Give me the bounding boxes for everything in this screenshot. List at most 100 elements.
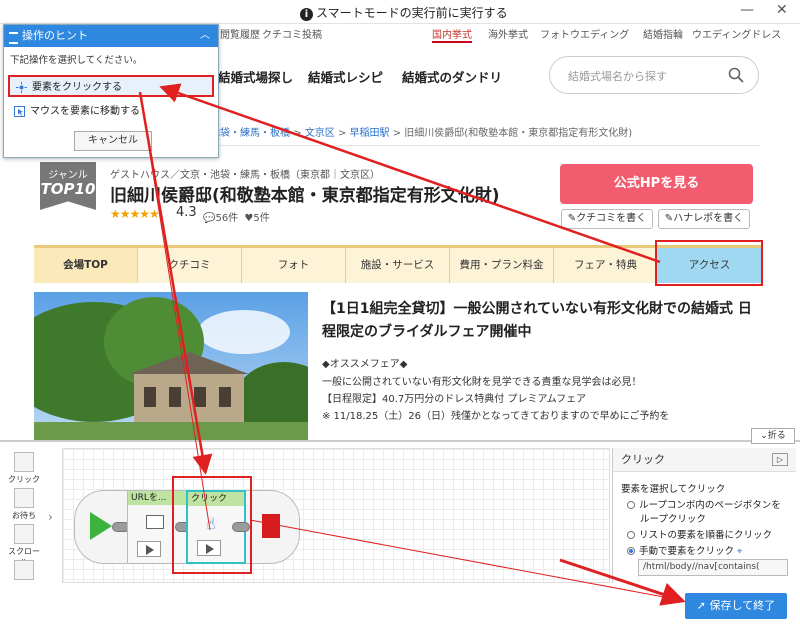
crumb-sep: > bbox=[392, 128, 402, 139]
venue-name: 旧細川侯爵邸(和敬塾本館・東京都指定有形文化財) bbox=[110, 186, 500, 206]
tool-click-label: クリック bbox=[8, 475, 40, 484]
more-icon bbox=[14, 560, 34, 580]
option-list-order[interactable]: リストの要素を順番にクリック bbox=[627, 527, 772, 541]
tab-reviews[interactable]: クチコミ bbox=[138, 248, 242, 283]
crosshair-icon[interactable]: ⌖ bbox=[737, 546, 742, 557]
tab-venue-top[interactable]: 会場TOP bbox=[34, 248, 138, 283]
write-hanarepo-label: ハナレポを書く bbox=[673, 213, 744, 224]
save-and-finish-button[interactable]: ➚ 保存して終了 bbox=[685, 593, 787, 619]
play-icon[interactable] bbox=[137, 541, 161, 557]
region-photo[interactable]: フォトウエディング bbox=[540, 26, 629, 41]
properties-title: クリック bbox=[613, 448, 796, 472]
write-review-label: クチコミを書く bbox=[576, 213, 647, 224]
crumb-ward[interactable]: 文京区 bbox=[305, 128, 335, 139]
venue-subtitle: ゲストハウス／文京・池袋・練馬・板橋（東京都｜文京区） bbox=[110, 170, 380, 181]
operation-hint-popup: 操作のヒント ︿ 下記操作を選択してください。 要素をクリックする マウスを要素に… bbox=[3, 24, 219, 158]
click-sparkle-icon bbox=[16, 82, 27, 93]
save-label: 保存して終了 bbox=[709, 599, 776, 612]
browser-icon bbox=[146, 515, 164, 529]
info-icon: i bbox=[300, 8, 313, 21]
hint-click-element[interactable]: 要素をクリックする bbox=[8, 75, 214, 97]
region-domestic[interactable]: 国内挙式 bbox=[432, 26, 472, 43]
write-hanarepo-button[interactable]: ✎ハナレポを書く bbox=[658, 209, 750, 229]
hint-opt2-label: マウスを要素に移動する bbox=[30, 106, 140, 117]
tool-wait-label: お待ち bbox=[12, 511, 36, 520]
minimize-button[interactable]: — bbox=[740, 2, 754, 18]
visit-count[interactable]: 5件 bbox=[253, 213, 269, 224]
star-rating-icon: ★★★★★ bbox=[110, 207, 160, 221]
option-label: 手動で要素をクリック bbox=[639, 546, 735, 557]
tab-facility[interactable]: 施設・サービス bbox=[346, 248, 450, 283]
pen-icon: ✎ bbox=[567, 213, 577, 224]
feature-line: 【日程限定】40.7万円分のドレス特典付 プレミアムフェア bbox=[322, 394, 587, 405]
write-review-button[interactable]: ✎クチコミを書く bbox=[561, 209, 653, 229]
rating-value: 4.3 bbox=[176, 205, 197, 220]
tab-price[interactable]: 費用・プラン料金 bbox=[450, 248, 554, 283]
hint-header: 操作のヒント ︿ bbox=[4, 25, 218, 47]
scroll-icon bbox=[14, 524, 34, 544]
hint-desc: 下記操作を選択してください。 bbox=[10, 55, 143, 66]
radio-icon[interactable] bbox=[627, 501, 635, 509]
option-manual[interactable]: 手動で要素をクリック ⌖ bbox=[627, 543, 742, 557]
hint-title: 操作のヒント bbox=[22, 29, 88, 42]
crumb-sep: > bbox=[337, 128, 347, 139]
chevron-right-icon[interactable]: › bbox=[48, 510, 53, 524]
history-link[interactable]: 閲覧履歴 bbox=[220, 26, 260, 41]
heart-icon: ♥ bbox=[244, 213, 254, 224]
review-post-link[interactable]: クチコミ投稿 bbox=[262, 26, 322, 41]
fold-button[interactable]: ⌄折る bbox=[751, 428, 795, 444]
tool-more[interactable] bbox=[6, 560, 42, 582]
crumb-station[interactable]: 早稲田駅 bbox=[350, 128, 390, 139]
nav-recipe[interactable]: 結婚式レシピ bbox=[308, 67, 383, 86]
start-icon[interactable] bbox=[90, 512, 112, 540]
search-placeholder: 結婚式場名から探す bbox=[568, 70, 667, 83]
radio-icon[interactable] bbox=[627, 531, 635, 539]
venue-photo bbox=[34, 292, 308, 440]
option-loop-page[interactable]: ループコンボ内のページボタンを bbox=[627, 497, 781, 511]
rocket-icon: ➚ bbox=[696, 599, 710, 612]
collapse-icon[interactable]: ︿ bbox=[200, 25, 210, 47]
nav-venue-search[interactable]: 結婚式場探し bbox=[218, 67, 293, 86]
region-overseas[interactable]: 海外挙式 bbox=[488, 26, 528, 41]
option-label: ループコンボ内のページボタンを bbox=[639, 500, 781, 511]
option-loop-page-cont: ループクリック bbox=[640, 514, 706, 525]
stop-icon[interactable] bbox=[262, 514, 280, 538]
tab-photo[interactable]: フォト bbox=[242, 248, 346, 283]
close-icon[interactable]: ✕ bbox=[776, 2, 788, 18]
hint-mouse-move[interactable]: マウスを要素に移動する bbox=[8, 101, 214, 123]
tab-fair[interactable]: フェア・特典 bbox=[554, 248, 658, 283]
tool-click[interactable]: クリック bbox=[6, 452, 42, 485]
comment-icon: 💬 bbox=[203, 213, 216, 224]
badge-top: TOP10 bbox=[40, 180, 96, 198]
fold-icon: ⌄ bbox=[760, 431, 768, 441]
region-ring[interactable]: 結婚指輪 bbox=[643, 26, 683, 41]
search-input[interactable]: 結婚式場名から探す bbox=[549, 56, 759, 94]
title-text-wrap: i スマートモードの実行前に実行する bbox=[300, 4, 508, 21]
tool-wait[interactable]: お待ち bbox=[6, 488, 42, 521]
pen-icon: ✎ bbox=[664, 213, 674, 224]
nav-dandori[interactable]: 結婚式のダンドリ bbox=[402, 67, 502, 86]
review-count[interactable]: 56件 bbox=[215, 213, 238, 224]
feature-title[interactable]: 【1日1組完全貸切】一般公開されていない有形文化財での結婚式 日程限定のブライダ… bbox=[322, 298, 762, 344]
review-counts: 💬56件 ♥5件 bbox=[203, 209, 270, 224]
tool-palette: クリック お待ち スクロール bbox=[6, 450, 42, 582]
feature-line: ◆オススメフェア◆ bbox=[322, 359, 408, 370]
feature-line: ※ 11/18.25（土）26（日）残僅かとなってきておりますので早めにご予約を bbox=[322, 411, 670, 422]
search-icon[interactable] bbox=[728, 67, 744, 83]
title-text: スマートモードの実行前に実行する bbox=[316, 6, 508, 20]
breadcrumb: 京・池袋・練馬・板橋 > 文京区 > 早稲田駅 > 旧細川侯爵邸(和敬塾本館・東… bbox=[190, 124, 632, 139]
xpath-field[interactable]: /html/body//nav[contains( bbox=[638, 559, 788, 576]
crumb-sep: > bbox=[293, 128, 302, 139]
region-dress[interactable]: ウエディングドレス bbox=[692, 26, 781, 41]
crumb-current: 旧細川侯爵邸(和敬塾本館・東京都指定有形文化財) bbox=[404, 128, 633, 139]
mouse-move-icon bbox=[14, 106, 25, 117]
badge-genre: ジャンル bbox=[48, 170, 88, 181]
hint-cancel-button[interactable]: キャンセル bbox=[74, 131, 152, 151]
title-bar: i スマートモードの実行前に実行する — ✕ bbox=[0, 0, 800, 24]
click-icon bbox=[14, 452, 34, 472]
feature-line: 一般に公開されていない有形文化財を見学できる貴重な見学会は必見！ bbox=[322, 377, 642, 388]
official-hp-button[interactable]: 公式HPを見る bbox=[560, 164, 753, 204]
run-icon[interactable]: ▷ bbox=[772, 453, 788, 466]
fold-label: 折る bbox=[767, 431, 786, 441]
radio-selected-icon[interactable] bbox=[627, 547, 635, 555]
